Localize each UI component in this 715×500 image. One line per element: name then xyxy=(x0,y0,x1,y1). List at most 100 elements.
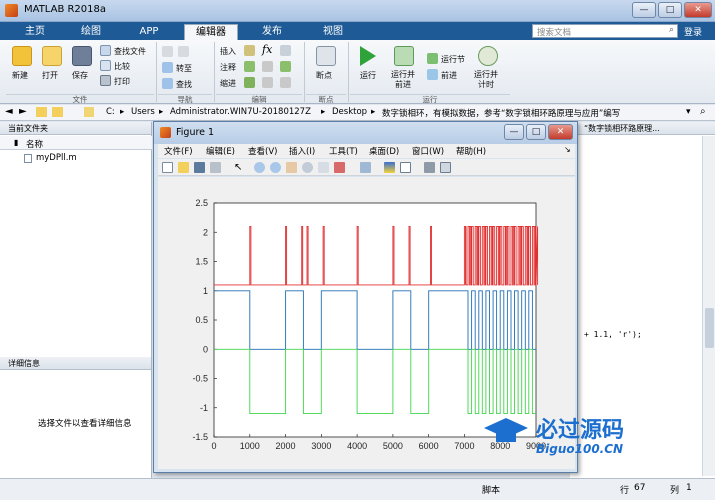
find-button[interactable]: 查找 xyxy=(176,79,192,90)
forward-icon[interactable]: ► xyxy=(19,106,27,117)
run-time-icon[interactable] xyxy=(478,46,498,66)
path-search-icon[interactable]: ⌕ xyxy=(700,106,706,117)
decrease-indent-icon[interactable] xyxy=(280,77,291,88)
list-item[interactable]: myDPll.m xyxy=(0,152,152,165)
editor-tab[interactable]: “数字锁相环路原理... xyxy=(570,122,715,135)
path-segment[interactable]: Administrator.WIN7U-20180127Z xyxy=(170,107,311,117)
back-arrow-icon[interactable] xyxy=(162,46,173,57)
maximize-button[interactable]: □ xyxy=(658,2,682,18)
x-tick-label: 3000 xyxy=(311,441,331,451)
path-dropdown-icon[interactable]: ▾ xyxy=(686,107,691,117)
browse-folder-icon[interactable] xyxy=(52,107,63,117)
zoom-out-icon[interactable] xyxy=(270,162,281,173)
uncomment-icon[interactable] xyxy=(280,61,291,72)
menu-view[interactable]: 查看(V) xyxy=(248,145,277,157)
tab-publish[interactable]: 发布 xyxy=(245,24,299,40)
figure-maximize-button[interactable]: □ xyxy=(526,124,546,140)
new-icon[interactable] xyxy=(12,46,32,66)
row-label: 行 xyxy=(620,486,630,496)
data-cursor-icon[interactable] xyxy=(318,162,329,173)
save-button[interactable]: 保存 xyxy=(72,70,88,81)
watermark-url: Biguo100.CN xyxy=(536,442,624,456)
run-time-button[interactable]: 运行并 计时 xyxy=(474,70,498,90)
path-segment[interactable]: Users xyxy=(131,107,155,117)
run-section-icon xyxy=(427,53,438,64)
close-button[interactable]: ✕ xyxy=(684,2,712,18)
comment-icon[interactable] xyxy=(244,61,255,72)
breakpoints-button[interactable]: 断点 xyxy=(316,70,332,81)
find-files-button[interactable]: 查找文件 xyxy=(114,46,146,57)
show-plot-tools-icon[interactable] xyxy=(440,162,451,173)
open-file-icon[interactable] xyxy=(178,162,189,173)
insert-section-icon[interactable] xyxy=(244,45,255,56)
tab-view[interactable]: 视图 xyxy=(306,24,360,40)
tab-editor[interactable]: 编辑器 xyxy=(184,24,238,40)
compare-button[interactable]: 比较 xyxy=(114,61,130,72)
menu-tools[interactable]: 工具(T) xyxy=(329,145,358,157)
pointer-icon[interactable]: ↖ xyxy=(234,162,245,173)
pan-icon[interactable] xyxy=(286,162,297,173)
insert-button[interactable]: 插入 xyxy=(220,46,236,57)
brush-icon[interactable] xyxy=(334,162,345,173)
advance-button[interactable]: 前进 xyxy=(441,70,457,81)
save-figure-icon[interactable] xyxy=(194,162,205,173)
new-figure-icon[interactable] xyxy=(162,162,173,173)
run-button[interactable]: 运行 xyxy=(360,70,376,81)
name-column-header[interactable]: 名称 xyxy=(26,138,43,150)
colorbar-icon[interactable] xyxy=(384,162,395,173)
save-icon[interactable] xyxy=(72,46,92,66)
run-advance-icon[interactable] xyxy=(394,46,414,66)
breakpoints-icon[interactable] xyxy=(316,46,336,66)
comment-button[interactable]: 注释 xyxy=(220,62,236,73)
figure-close-button[interactable]: ✕ xyxy=(548,124,573,140)
forward-arrow-icon[interactable] xyxy=(178,46,189,57)
path-segment[interactable]: Desktop xyxy=(332,107,367,117)
x-tick-label: 4000 xyxy=(347,441,367,451)
path-separator: ▸ xyxy=(159,107,164,117)
path-segment[interactable]: 数字锁相环，有模拟数据，参考“数字锁相环路原理与应用”编写 xyxy=(382,107,682,119)
x-tick-label: 2000 xyxy=(276,441,296,451)
open-button[interactable]: 打开 xyxy=(42,70,58,81)
new-button[interactable]: 新建 xyxy=(12,70,28,81)
increase-indent-icon[interactable] xyxy=(262,77,273,88)
menu-help[interactable]: 帮助(H) xyxy=(456,145,486,157)
wrap-comment-icon[interactable] xyxy=(262,61,273,72)
open-folder-icon[interactable] xyxy=(42,46,62,66)
menu-edit[interactable]: 编辑(E) xyxy=(206,145,235,157)
print-button[interactable]: 打印 xyxy=(114,76,130,87)
print-figure-icon[interactable] xyxy=(210,162,221,173)
menu-desktop[interactable]: 桌面(D) xyxy=(369,145,399,157)
file-name: myDPll.m xyxy=(36,153,77,163)
scrollbar-thumb[interactable] xyxy=(705,308,714,348)
link-plot-icon[interactable] xyxy=(360,162,371,173)
tab-plots[interactable]: 绘图 xyxy=(64,24,118,40)
path-segment[interactable]: C: xyxy=(106,107,115,117)
search-docs-input[interactable]: 搜索文档 ⌕ xyxy=(532,24,678,38)
zoom-in-icon[interactable] xyxy=(254,162,265,173)
insert-more-icon[interactable] xyxy=(280,45,291,56)
menu-window[interactable]: 窗口(W) xyxy=(412,145,444,157)
run-advance-button[interactable]: 运行并 前进 xyxy=(391,70,415,90)
run-icon[interactable] xyxy=(360,46,376,66)
menu-dock-icon[interactable]: ↘ xyxy=(564,145,571,154)
menu-insert[interactable]: 插入(I) xyxy=(289,145,315,157)
run-section-button[interactable]: 运行节 xyxy=(441,54,465,65)
folder-up-icon[interactable] xyxy=(36,107,47,117)
figure-minimize-button[interactable]: — xyxy=(504,124,524,140)
legend-icon[interactable] xyxy=(400,162,411,173)
back-icon[interactable]: ◄ xyxy=(5,106,13,117)
minimize-button[interactable]: — xyxy=(632,2,656,18)
tab-apps[interactable]: APP xyxy=(122,24,176,40)
login-button[interactable]: 登录 xyxy=(684,25,702,38)
hide-plot-tools-icon[interactable] xyxy=(424,162,435,173)
rotate-icon[interactable] xyxy=(302,162,313,173)
indent-button[interactable]: 缩进 xyxy=(220,78,236,89)
scrollbar[interactable] xyxy=(702,136,715,476)
goto-button[interactable]: 转至 xyxy=(176,63,192,74)
row-value: 67 xyxy=(634,483,646,493)
menu-file[interactable]: 文件(F) xyxy=(164,145,193,157)
fx-icon[interactable]: fx xyxy=(262,43,272,56)
tab-home[interactable]: 主页 xyxy=(8,24,62,40)
divider xyxy=(304,42,305,102)
smart-indent-icon[interactable] xyxy=(244,77,255,88)
